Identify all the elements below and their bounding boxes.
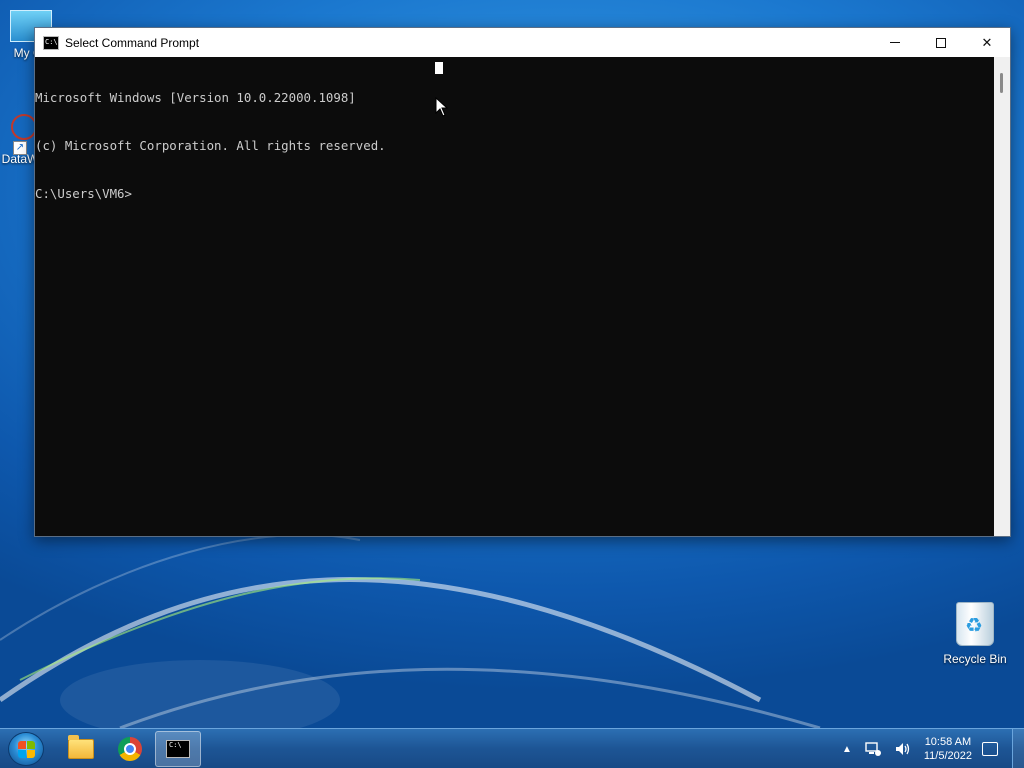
console-line: Microsoft Windows [Version 10.0.22000.10… xyxy=(35,90,356,105)
shortcut-arrow-icon: ↗ xyxy=(13,141,27,155)
folder-icon xyxy=(68,735,94,759)
maximize-button[interactable] xyxy=(918,28,964,57)
minimize-icon xyxy=(890,42,900,43)
clock-date: 11/5/2022 xyxy=(923,750,972,762)
network-icon[interactable] xyxy=(864,741,882,757)
command-prompt-icon: C:\ xyxy=(166,740,190,758)
close-button[interactable]: ✕ xyxy=(964,28,1010,57)
close-icon: ✕ xyxy=(981,34,993,50)
command-prompt-icon: C:\ xyxy=(43,35,59,50)
show-desktop-button[interactable] xyxy=(1012,729,1024,768)
desktop-icon-recycle-bin[interactable]: ♻ Recycle Bin xyxy=(938,602,1012,666)
window-controls: ✕ xyxy=(872,28,1010,57)
system-tray: ▲ 10:58 AM 11/5/2022 xyxy=(842,729,1024,768)
console-output[interactable]: Microsoft Windows [Version 10.0.22000.10… xyxy=(35,57,995,536)
console-prompt-line: C:\Users\VM6> xyxy=(35,186,132,201)
taskbar-file-explorer[interactable] xyxy=(58,731,104,767)
window-titlebar[interactable]: C:\ Select Command Prompt ✕ xyxy=(35,28,1010,57)
minimize-button[interactable] xyxy=(872,28,918,57)
mouse-pointer-icon xyxy=(435,97,449,117)
chrome-icon xyxy=(118,737,142,761)
console-line: (c) Microsoft Corporation. All rights re… xyxy=(35,138,386,153)
datawatch-icon xyxy=(5,112,37,142)
command-prompt-window[interactable]: C:\ Select Command Prompt ✕ Microsoft Wi… xyxy=(34,27,1011,537)
desktop-icon-label: Recycle Bin xyxy=(943,652,1007,666)
window-title: Select Command Prompt xyxy=(65,35,200,50)
recycle-bin-icon: ♻ xyxy=(956,602,994,646)
taskbar: C:\ ▲ 10:58 AM 11/5/2022 xyxy=(0,728,1024,768)
taskbar-chrome[interactable] xyxy=(107,731,153,767)
text-cursor xyxy=(435,62,443,74)
show-hidden-icons-chevron-icon[interactable]: ▲ xyxy=(842,744,852,755)
clock[interactable]: 10:58 AM 11/5/2022 xyxy=(924,735,972,763)
vertical-scrollbar[interactable] xyxy=(994,57,1010,536)
clock-time: 10:58 AM xyxy=(924,736,972,748)
volume-icon[interactable] xyxy=(894,741,912,757)
scrollbar-thumb[interactable] xyxy=(1000,73,1003,93)
windows-logo-icon xyxy=(18,741,35,758)
action-center-icon[interactable] xyxy=(982,742,998,756)
start-button[interactable] xyxy=(8,732,44,766)
maximize-icon xyxy=(936,37,946,48)
taskbar-command-prompt[interactable]: C:\ xyxy=(155,731,201,767)
